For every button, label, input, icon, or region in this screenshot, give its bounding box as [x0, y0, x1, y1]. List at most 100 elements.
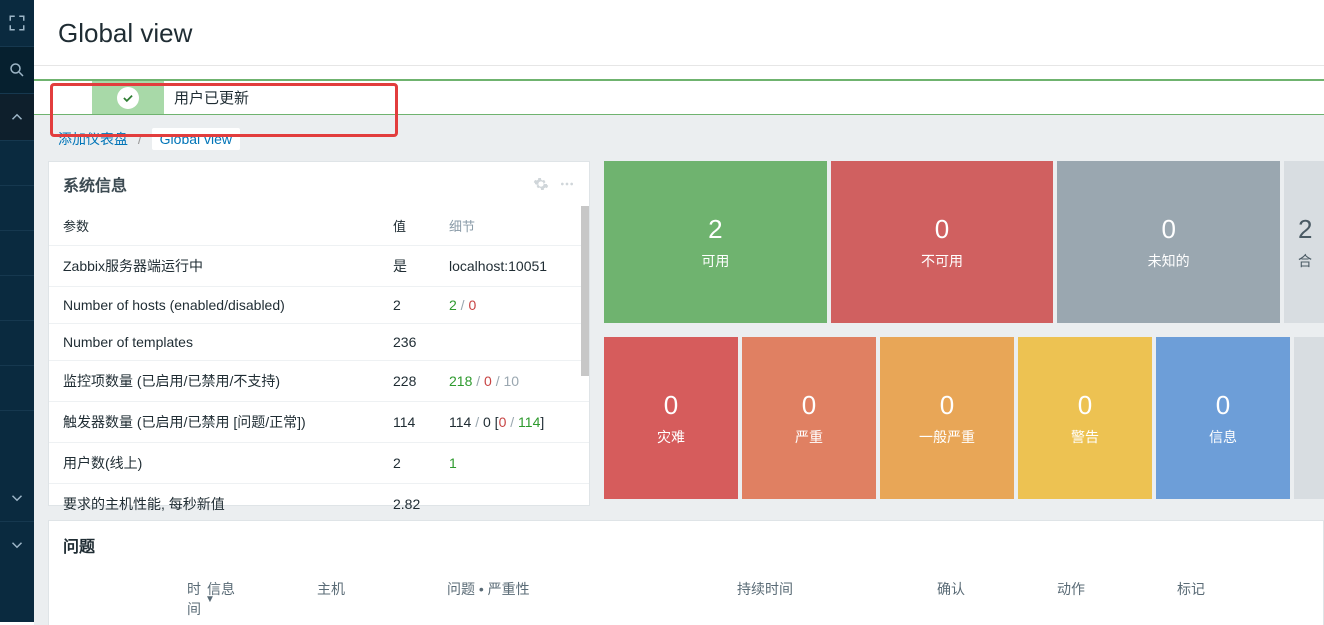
severity-tile[interactable]: 0灾难	[604, 337, 738, 499]
page-title: Global view	[34, 0, 1324, 66]
severity-tile[interactable]	[1294, 337, 1324, 499]
sidebar-collapse-up[interactable]	[0, 94, 34, 140]
availability-tile[interactable]: 2 可用	[604, 161, 827, 323]
col-duration[interactable]: 持续时间	[727, 579, 927, 619]
breadcrumb: 添加仪表盘 / Global view	[34, 129, 1324, 161]
cell-detail	[435, 484, 589, 525]
tile-number: 2	[708, 214, 722, 245]
sidebar-fullscreen[interactable]	[0, 0, 34, 46]
more-icon[interactable]	[559, 176, 575, 192]
cell-detail: localhost:10051	[435, 246, 589, 287]
cell-value: 2.82	[379, 484, 435, 525]
cell-param: 要求的主机性能, 每秒新值	[49, 484, 379, 525]
availability-tiles: 2可用0不可用0未知的2合	[604, 161, 1324, 323]
tile-label: 严重	[795, 427, 823, 447]
cell-detail: 114 / 0 [0 / 114]	[435, 402, 589, 443]
table-row: 触发器数量 (已启用/已禁用 [问题/正常])114114 / 0 [0 / 1…	[49, 402, 589, 443]
severity-tile[interactable]: 0 警告	[1018, 337, 1152, 499]
chevron-down-icon	[8, 536, 26, 554]
col-ack[interactable]: 确认	[927, 579, 1047, 619]
breadcrumb-current[interactable]: Global view	[152, 128, 240, 150]
widget-system-info: 系统信息 参数 值 细节 Zabbix服务器端运行中是localho	[48, 161, 590, 506]
main-content: Global view 用户已更新 添加仪表盘 / Global view 系统…	[34, 0, 1324, 622]
cell-param: 触发器数量 (已启用/已禁用 [问题/正常])	[49, 402, 379, 443]
cell-value: 236	[379, 324, 435, 361]
checkmark-icon	[117, 87, 139, 109]
sidebar-menu-item-4[interactable]	[0, 276, 34, 320]
cell-value: 是	[379, 246, 435, 287]
cell-param: Number of templates	[49, 324, 379, 361]
col-header-detail: 细节	[435, 206, 589, 246]
widget-title: 系统信息	[63, 172, 127, 196]
cell-detail: 2 / 0	[435, 287, 589, 324]
col-info[interactable]: 信息	[197, 579, 307, 619]
tile-label: 可用	[701, 251, 729, 271]
sidebar	[0, 0, 34, 622]
tile-label: 不可用	[921, 251, 963, 271]
cell-param: 监控项数量 (已启用/已禁用/不支持)	[49, 361, 379, 402]
table-row: Number of templates236	[49, 324, 589, 361]
system-info-table: 参数 值 细节 Zabbix服务器端运行中是localhost:10051Num…	[49, 206, 589, 524]
table-row: 要求的主机性能, 每秒新值2.82	[49, 484, 589, 525]
cell-value: 2	[379, 443, 435, 484]
cell-param: 用户数(线上)	[49, 443, 379, 484]
cell-param: Number of hosts (enabled/disabled)	[49, 287, 379, 324]
success-alert: 用户已更新	[34, 79, 1324, 115]
tile-label: 合	[1298, 251, 1312, 271]
table-row: Zabbix服务器端运行中是localhost:10051	[49, 246, 589, 287]
sidebar-expand-2[interactable]	[0, 522, 34, 568]
cell-detail: 1	[435, 443, 589, 484]
col-host[interactable]: 主机	[307, 579, 437, 619]
tile-number: 0	[1161, 214, 1175, 245]
problems-column-headers: 时间▼ 信息 主机 问题 • 严重性 持续时间 确认 动作 标记	[49, 569, 1323, 625]
scrollbar[interactable]	[581, 206, 589, 376]
tile-number: 0	[1078, 390, 1092, 421]
tile-number: 0	[802, 390, 816, 421]
tile-number: 0	[935, 214, 949, 245]
cell-detail	[435, 324, 589, 361]
col-tag[interactable]: 标记	[1167, 579, 1227, 619]
cell-value: 228	[379, 361, 435, 402]
tile-number: 0	[1216, 390, 1230, 421]
search-icon	[8, 61, 26, 79]
availability-tile[interactable]: 2合	[1284, 161, 1324, 323]
problems-title: 问题	[49, 521, 1323, 569]
sidebar-menu-item-2[interactable]	[0, 186, 34, 230]
chevron-down-icon	[8, 489, 26, 507]
tile-label: 警告	[1071, 427, 1099, 447]
sidebar-menu-item-3[interactable]	[0, 231, 34, 275]
tile-number: 0	[940, 390, 954, 421]
cell-value: 2	[379, 287, 435, 324]
availability-tile[interactable]: 0 未知的	[1057, 161, 1280, 323]
tile-label: 一般严重	[919, 427, 975, 447]
widget-problems: 问题 时间▼ 信息 主机 问题 • 严重性 持续时间 确认 动作 标记	[48, 520, 1324, 625]
col-issue[interactable]: 问题 • 严重性	[437, 579, 727, 619]
alert-message: 用户已更新	[174, 81, 249, 114]
cell-value: 114	[379, 402, 435, 443]
col-time[interactable]: 时间▼	[57, 579, 197, 619]
availability-tile[interactable]: 0 不可用	[831, 161, 1054, 323]
tile-label: 信息	[1209, 427, 1237, 447]
cell-detail: 218 / 0 / 10	[435, 361, 589, 402]
sidebar-menu-item-5[interactable]	[0, 321, 34, 365]
severity-tiles: 0灾难0严重0一般严重0警告0信息	[604, 337, 1324, 499]
gear-icon[interactable]	[533, 176, 549, 192]
sidebar-menu-item-1[interactable]	[0, 141, 34, 185]
sidebar-expand-1[interactable]	[0, 475, 34, 521]
chevron-up-icon	[8, 108, 26, 126]
sidebar-search[interactable]	[0, 47, 34, 93]
cell-param: Zabbix服务器端运行中	[49, 246, 379, 287]
tile-label: 未知的	[1148, 251, 1190, 271]
col-action[interactable]: 动作	[1047, 579, 1167, 619]
severity-tile[interactable]: 0 信息	[1156, 337, 1290, 499]
table-row: Number of hosts (enabled/disabled)22 / 0	[49, 287, 589, 324]
tile-number: 0	[664, 390, 678, 421]
table-row: 用户数(线上)21	[49, 443, 589, 484]
severity-tile[interactable]: 0 一般严重	[880, 337, 1014, 499]
col-header-param: 参数	[49, 206, 379, 246]
tile-number: 2	[1298, 214, 1312, 245]
sidebar-menu-item-6[interactable]	[0, 366, 34, 410]
severity-tile[interactable]: 0 严重	[742, 337, 876, 499]
fullscreen-icon	[8, 14, 26, 32]
breadcrumb-add-dashboard[interactable]: 添加仪表盘	[58, 131, 128, 147]
